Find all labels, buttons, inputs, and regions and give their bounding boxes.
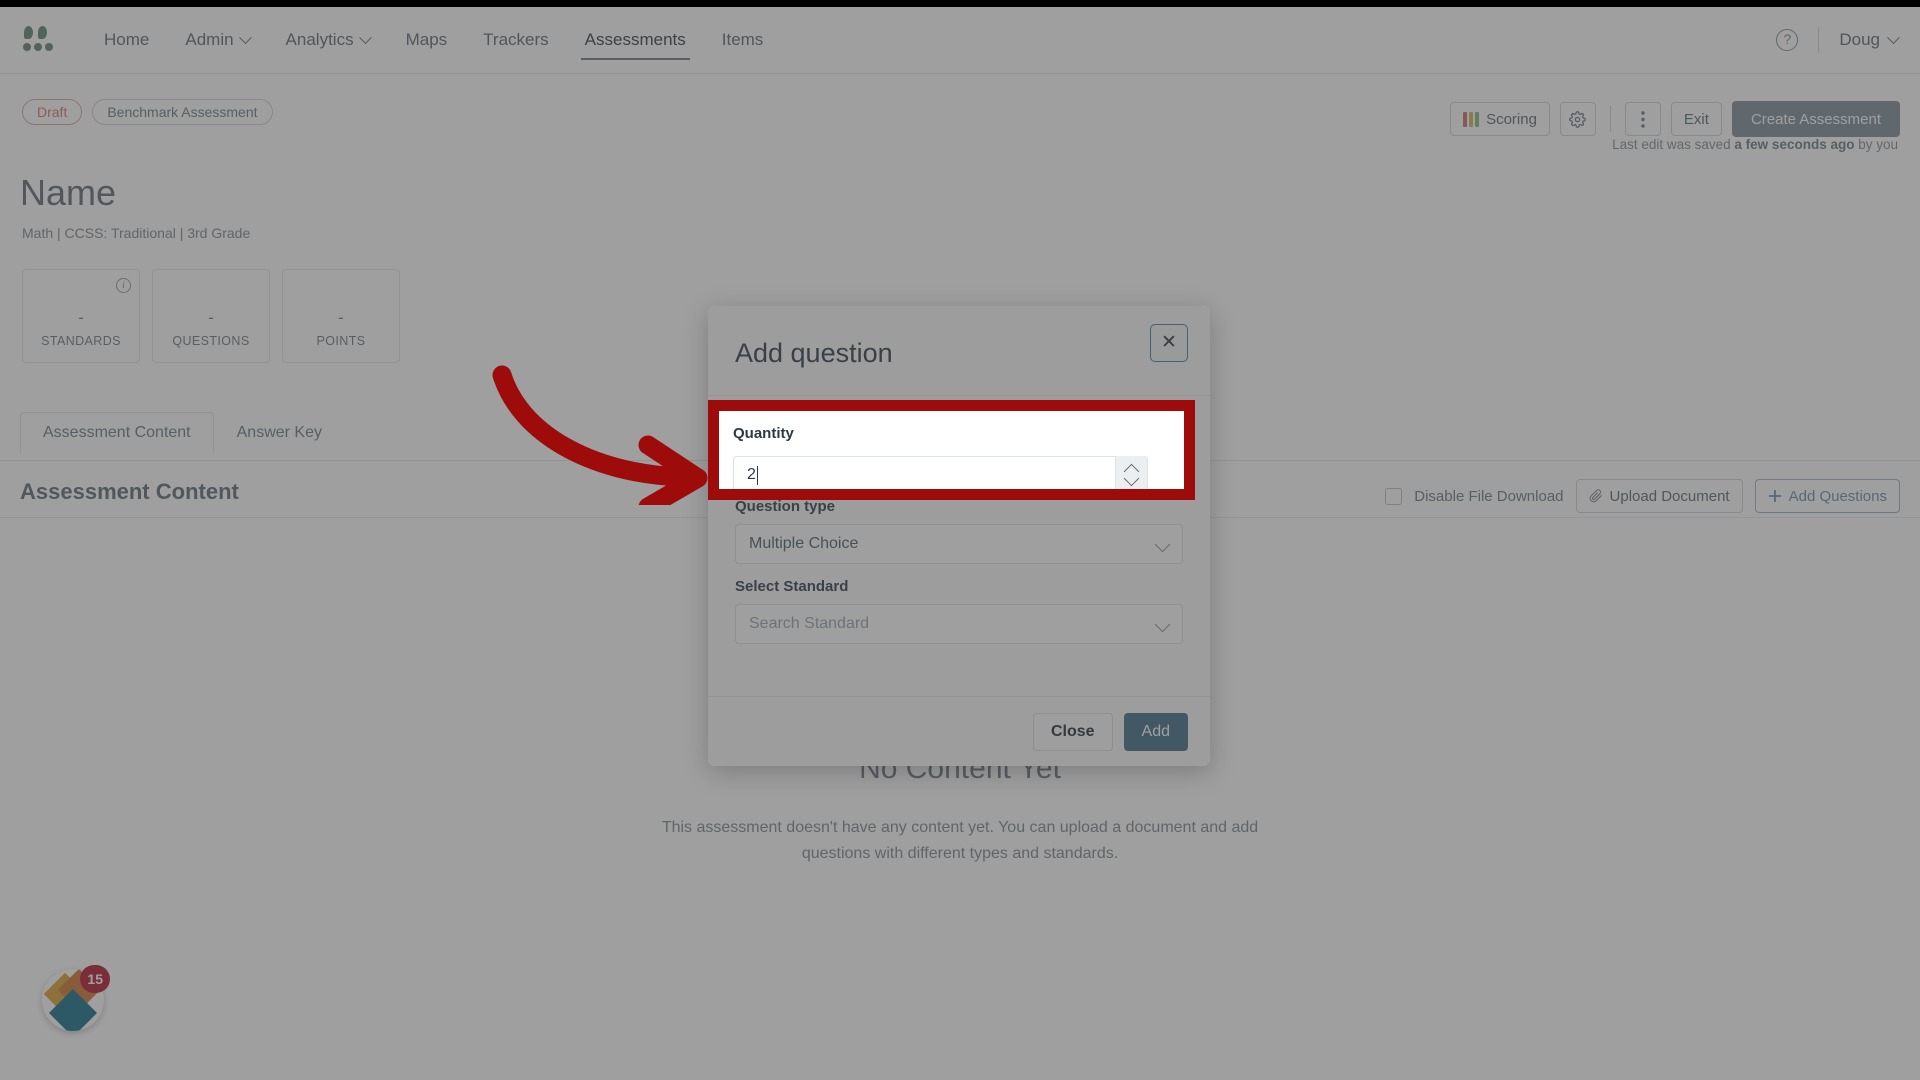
add-button[interactable]: Add — [1123, 712, 1188, 751]
quantity-label: Quantity — [735, 418, 796, 435]
dialog-header: Add question ✕ — [708, 306, 1210, 396]
standard-search-select[interactable]: Search Standard — [735, 604, 1183, 644]
add-question-dialog: Add question ✕ Quantity 2 Question type … — [708, 306, 1210, 766]
question-type-label: Question type — [735, 498, 836, 515]
select-standard-label: Select Standard — [735, 578, 849, 595]
add-button-label: Add — [1141, 722, 1170, 740]
dialog-title: Add question — [735, 338, 893, 368]
close-button[interactable]: Close — [1032, 712, 1113, 751]
quantity-value: 2 — [749, 455, 758, 472]
dialog-footer: Close Add — [708, 696, 1210, 766]
question-type-value: Multiple Choice — [749, 535, 859, 552]
dialog-body: Quantity 2 Question type Multiple Choice… — [708, 396, 1210, 696]
quantity-stepper[interactable] — [1150, 445, 1182, 483]
chevron-down-icon — [1154, 616, 1171, 633]
close-icon[interactable]: ✕ — [1150, 324, 1188, 362]
close-button-label: Close — [1050, 722, 1095, 740]
question-type-select[interactable]: Multiple Choice — [735, 524, 1183, 564]
quantity-input[interactable]: 2 — [735, 444, 1183, 484]
chevron-down-icon — [1154, 536, 1171, 553]
standard-placeholder: Search Standard — [749, 615, 870, 632]
capture-top-strip — [0, 0, 1920, 7]
